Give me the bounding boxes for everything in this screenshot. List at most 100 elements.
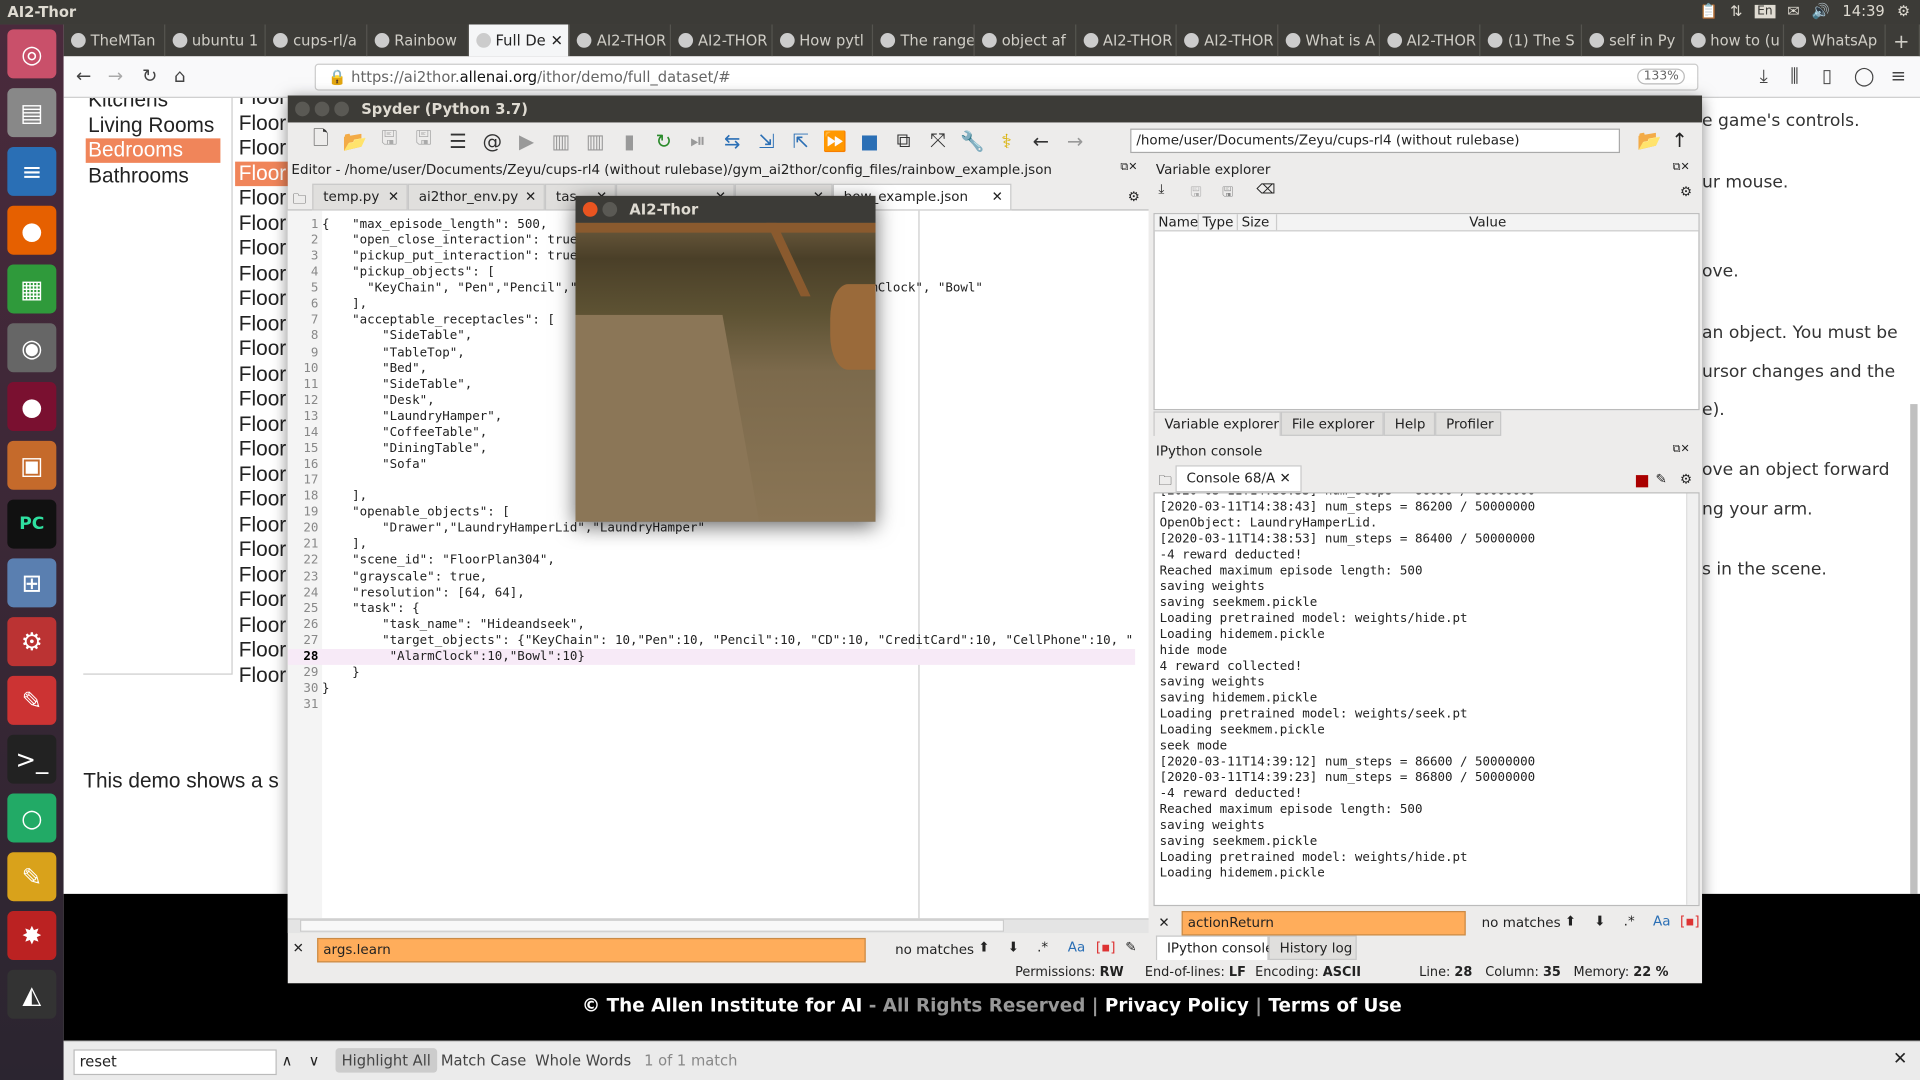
home-icon[interactable]: ⌂	[174, 65, 186, 87]
browser-tab[interactable]: How pytl	[772, 24, 874, 57]
match-case-button[interactable]: Match Case	[441, 1052, 526, 1069]
browser-tab[interactable]: The range	[874, 24, 975, 57]
download-icon[interactable]: ⤓	[1760, 65, 1768, 87]
browser-tab[interactable]: cups-rl/a	[266, 24, 368, 57]
whole-words-button[interactable]: Whole Words	[535, 1052, 631, 1069]
editor-find-input[interactable]: args.learn	[317, 937, 866, 963]
remove-all-variables-icon[interactable]: ⌫	[1256, 181, 1275, 197]
stop-kernel-icon[interactable]	[1635, 475, 1649, 488]
settings-icon[interactable]: ⚙	[7, 617, 57, 667]
col-size[interactable]: Size	[1238, 214, 1278, 231]
zoom-level[interactable]: 133%	[1637, 68, 1685, 85]
new-tab-button[interactable]: +	[1886, 24, 1920, 57]
browser-tab[interactable]: AI2-THOR	[1076, 24, 1178, 57]
floor-plan-item[interactable]: Floor	[235, 362, 294, 386]
save-icon[interactable]: 🖫	[376, 124, 403, 157]
close-find-icon[interactable]: ✕	[1158, 915, 1169, 931]
parent-dir-icon[interactable]: ↑	[1671, 129, 1687, 152]
close-tab-icon[interactable]: ✕	[1279, 470, 1290, 486]
debug-icon[interactable]: ⏯	[684, 129, 711, 153]
ubuntu-dash-icon[interactable]: ◎	[7, 29, 57, 79]
stop-icon[interactable]: ■	[856, 129, 883, 152]
browser-tab[interactable]: object af	[975, 24, 1076, 57]
step-into-icon[interactable]: ⇲	[753, 129, 780, 152]
browse-tabs-icon[interactable]: 🗀	[1158, 470, 1171, 493]
case-sensitive-icon[interactable]: Aa	[1068, 939, 1085, 955]
network-icon[interactable]: ⇅	[1730, 2, 1742, 19]
replace-icon[interactable]: ✎	[1125, 939, 1136, 955]
reload-icon[interactable]: ↻	[142, 65, 157, 87]
preferences-wrench-icon[interactable]: 🔧	[959, 129, 986, 152]
maximize-pane-icon[interactable]: ⧉	[890, 129, 917, 153]
browser-tab[interactable]: how to (u	[1683, 24, 1785, 57]
close-find-icon[interactable]: ✕	[293, 940, 304, 956]
room-category-item[interactable]: Bathrooms	[86, 163, 221, 187]
files-icon[interactable]: ▤	[7, 88, 57, 138]
console-bottom-tab[interactable]: History log	[1268, 935, 1357, 961]
run-selection-icon[interactable]: ▮	[616, 129, 643, 152]
whole-word-icon[interactable]: [▪]	[1680, 913, 1700, 929]
floor-plan-item[interactable]: Floor	[235, 538, 294, 562]
pdf-icon[interactable]: ✎	[7, 675, 57, 725]
whole-word-icon[interactable]: [▪]	[1096, 939, 1116, 955]
pane-tab[interactable]: Help	[1383, 411, 1436, 436]
find-next-icon[interactable]: ⬇	[1594, 913, 1605, 929]
floor-plan-item[interactable]: Floor	[235, 236, 294, 260]
close-find-icon[interactable]: ✕	[1893, 1049, 1907, 1069]
privacy-policy-link[interactable]: Privacy Policy	[1105, 994, 1249, 1016]
col-value[interactable]: Value	[1277, 214, 1698, 230]
browser-tab[interactable]: (1) The S	[1481, 24, 1583, 57]
floor-plan-item[interactable]: Floor	[235, 613, 294, 637]
close-window-button[interactable]	[582, 202, 598, 217]
browser-tab[interactable]: ubuntu 1	[165, 24, 267, 57]
new-file-icon[interactable]: 🗋	[307, 124, 334, 157]
firefox-icon[interactable]: ●	[7, 205, 57, 255]
room-category-item[interactable]: Living Rooms	[86, 113, 221, 137]
browser-tab[interactable]: self in Py	[1582, 24, 1684, 57]
power-gear-icon[interactable]: ⚙	[1897, 2, 1910, 19]
find-previous-icon[interactable]: ⬆	[1565, 913, 1576, 929]
run-cell-advance-icon[interactable]: ▥	[582, 129, 609, 152]
outline-icon[interactable]: ☰	[444, 129, 471, 152]
spyder-icon[interactable]: ✸	[7, 911, 57, 961]
highlight-all-button[interactable]: Highlight All	[335, 1048, 437, 1073]
page-scrollbar[interactable]	[1910, 404, 1918, 894]
impress-icon[interactable]: ▣	[7, 440, 57, 490]
minimize-window-button[interactable]	[314, 101, 330, 117]
floor-plan-item[interactable]: Floor	[235, 437, 294, 461]
undock-close-icon[interactable]: ⧉✕	[1673, 162, 1690, 174]
pane-tab[interactable]: File explorer	[1280, 411, 1384, 436]
at-icon[interactable]: @	[479, 129, 506, 152]
regex-icon[interactable]: .*	[1037, 939, 1048, 955]
step-return-icon[interactable]: ⇱	[787, 129, 814, 152]
sidebar-icon[interactable]: ▯	[1822, 65, 1832, 87]
room-category-item[interactable]: Kitchens	[86, 98, 221, 113]
find-next-button[interactable]: ∨	[309, 1052, 320, 1069]
app-ring-icon[interactable]: ○	[7, 793, 57, 843]
floor-plan-item[interactable]: Floor	[235, 412, 294, 436]
editor-hscrollbar[interactable]	[287, 918, 1149, 934]
save-data-icon[interactable]: 🖫	[1190, 181, 1201, 204]
software-icon[interactable]: ⊞	[7, 558, 57, 608]
floor-plan-item[interactable]: Floor	[235, 563, 294, 587]
maximize-window-button[interactable]	[334, 101, 349, 117]
find-next-icon[interactable]: ⬇	[1008, 939, 1019, 955]
clipboard-icon[interactable]: 📋	[1700, 2, 1718, 19]
floor-plan-item[interactable]: Floor	[235, 487, 294, 511]
floor-plan-item[interactable]: Floor	[235, 211, 294, 235]
floor-plan-item[interactable]: Floor	[235, 136, 294, 160]
floor-plan-item[interactable]: Floor	[235, 161, 294, 186]
console-tab[interactable]: Console 68/A ✕	[1175, 465, 1302, 493]
calc-icon[interactable]: ▦	[7, 264, 57, 314]
options-gear-icon[interactable]: ⚙	[1680, 184, 1692, 200]
fullscreen-icon[interactable]: ⤧	[924, 129, 951, 153]
floor-plan-item[interactable]: Floor	[235, 337, 294, 361]
browser-tab[interactable]: AI2-THOR	[1177, 24, 1279, 57]
text-editor-icon[interactable]: ✎	[7, 852, 57, 902]
floor-plan-item[interactable]: Floor	[235, 261, 294, 285]
find-input[interactable]: reset	[73, 1049, 277, 1076]
find-previous-icon[interactable]: ⬆	[978, 939, 989, 955]
floor-plan-item[interactable]: Floor	[235, 387, 294, 411]
variable-table[interactable]: Name Type Size Value	[1153, 213, 1700, 411]
step-icon[interactable]: ⇆	[719, 129, 746, 152]
